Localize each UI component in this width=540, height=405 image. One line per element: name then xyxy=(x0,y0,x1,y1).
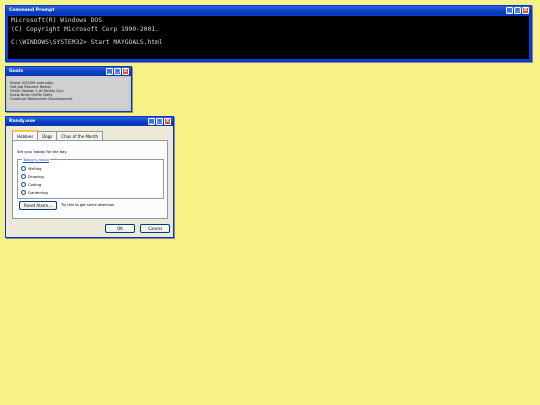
goals-window[interactable]: Goals _ □ x Stand 5/22/09 everyday Get J… xyxy=(5,66,132,112)
radio-circle-icon[interactable] xyxy=(21,190,26,195)
radio-circle-icon[interactable] xyxy=(21,182,26,187)
goals-list: Stand 5/22/09 everyday Get Job Resume Re… xyxy=(8,78,129,109)
minimize-button[interactable]: _ xyxy=(148,118,155,125)
ok-button[interactable]: OK xyxy=(105,224,135,233)
cmd-title: Command Prompt xyxy=(9,8,55,13)
goals-titlebar[interactable]: Goals _ □ x xyxy=(6,67,131,76)
console-line: (C) Copyright Microsoft Corp 1990-2001. xyxy=(11,25,159,33)
radio-option-coding[interactable]: Coding xyxy=(21,182,41,187)
goal-item: Continue Webscreen Development xyxy=(10,97,73,102)
hint-text: Try this to get some attention xyxy=(61,203,115,207)
radio-option-gardening[interactable]: Gardening xyxy=(21,190,48,195)
maximize-button[interactable]: □ xyxy=(114,68,121,75)
randy-exe-window[interactable]: Randy.exe _ □ x Hobbies Dogs Chas of the… xyxy=(5,116,174,238)
maximize-button[interactable]: □ xyxy=(514,7,521,14)
radio-circle-icon[interactable] xyxy=(21,174,26,179)
close-button[interactable]: x xyxy=(122,68,129,75)
radio-option-writing[interactable]: Writing xyxy=(21,166,42,171)
close-button[interactable]: x xyxy=(164,118,171,125)
goals-title: Goals xyxy=(9,69,24,74)
radio-option-drawing[interactable]: Drawing xyxy=(21,174,44,179)
console-command-line: C:\WINDOWS\SYSTEM32> Start MAYGOALS.html xyxy=(11,39,163,46)
console-output[interactable]: Microsoft(R) Windows DOS (C) Copyright Mi… xyxy=(8,16,529,59)
radio-label: Writing xyxy=(28,166,42,171)
minimize-button[interactable]: _ xyxy=(106,68,113,75)
group-title: Today's mood xyxy=(22,157,50,162)
reset-alarm-button[interactable]: Reset Alarm... xyxy=(19,201,57,210)
command-prompt-window[interactable]: Command Prompt _ □ x Microsoft(R) Window… xyxy=(5,5,532,62)
console-line: Microsoft(R) Windows DOS xyxy=(11,17,102,24)
radio-label: Gardening xyxy=(28,190,48,195)
cancel-button[interactable]: Cancel xyxy=(140,224,170,233)
radio-label: Drawing xyxy=(28,174,44,179)
hobbies-panel: Set your hobby for the day. Today's mood… xyxy=(12,140,168,219)
mood-groupbox: Today's mood Writing Drawing Coding Gard… xyxy=(17,157,164,199)
hobby-prompt: Set your hobby for the day. xyxy=(17,150,68,154)
randy-title: Randy.exe xyxy=(9,119,36,124)
radio-circle-icon[interactable] xyxy=(21,166,26,171)
cmd-titlebar[interactable]: Command Prompt _ □ x xyxy=(6,6,531,15)
close-button[interactable]: x xyxy=(522,7,529,14)
randy-dialog-body: Hobbies Dogs Chas of the Month Set your … xyxy=(7,126,172,236)
randy-titlebar[interactable]: Randy.exe _ □ x xyxy=(6,117,173,126)
minimize-button[interactable]: _ xyxy=(506,7,513,14)
maximize-button[interactable]: □ xyxy=(156,118,163,125)
radio-label: Coding xyxy=(28,182,42,187)
